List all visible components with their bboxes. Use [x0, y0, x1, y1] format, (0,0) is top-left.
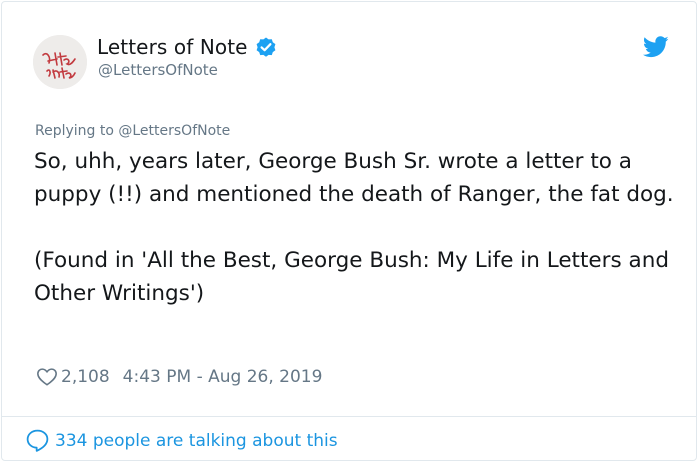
avatar-logo [33, 35, 87, 89]
timestamp[interactable]: 4:43 PM - Aug 26, 2019 [123, 367, 323, 387]
verified-badge-icon [256, 37, 275, 57]
tweet-meta: 2,108 4:43 PM - Aug 26, 2019 [36, 366, 322, 388]
author-name-row[interactable]: Letters of Note [97, 34, 278, 60]
avatar[interactable] [33, 35, 87, 89]
conversation-text[interactable]: 334 people are talking about this [55, 431, 338, 451]
conversation-link[interactable]: 334 people are talking about this [25, 428, 338, 453]
author-handle[interactable]: @LettersOfNote [98, 61, 218, 79]
heart-icon[interactable] [36, 366, 58, 388]
tweet-paragraph: So, uhh, years later, George Bush Sr. wr… [34, 149, 674, 207]
speech-bubble-icon [26, 429, 49, 452]
tweet-paragraph: (Found in 'All the Best, George Bush: My… [34, 248, 669, 306]
like-count[interactable]: 2,108 [61, 367, 110, 387]
replying-to[interactable]: Replying to @LettersOfNote [35, 123, 230, 139]
tweet-text: So, uhh, years later, George Bush Sr. wr… [34, 145, 674, 310]
twitter-bird-icon[interactable] [643, 36, 669, 58]
author-display-name[interactable]: Letters of Note [97, 35, 248, 59]
divider [2, 416, 696, 417]
tweet-card: Letters of Note @LettersOfNote Replying … [1, 1, 697, 461]
